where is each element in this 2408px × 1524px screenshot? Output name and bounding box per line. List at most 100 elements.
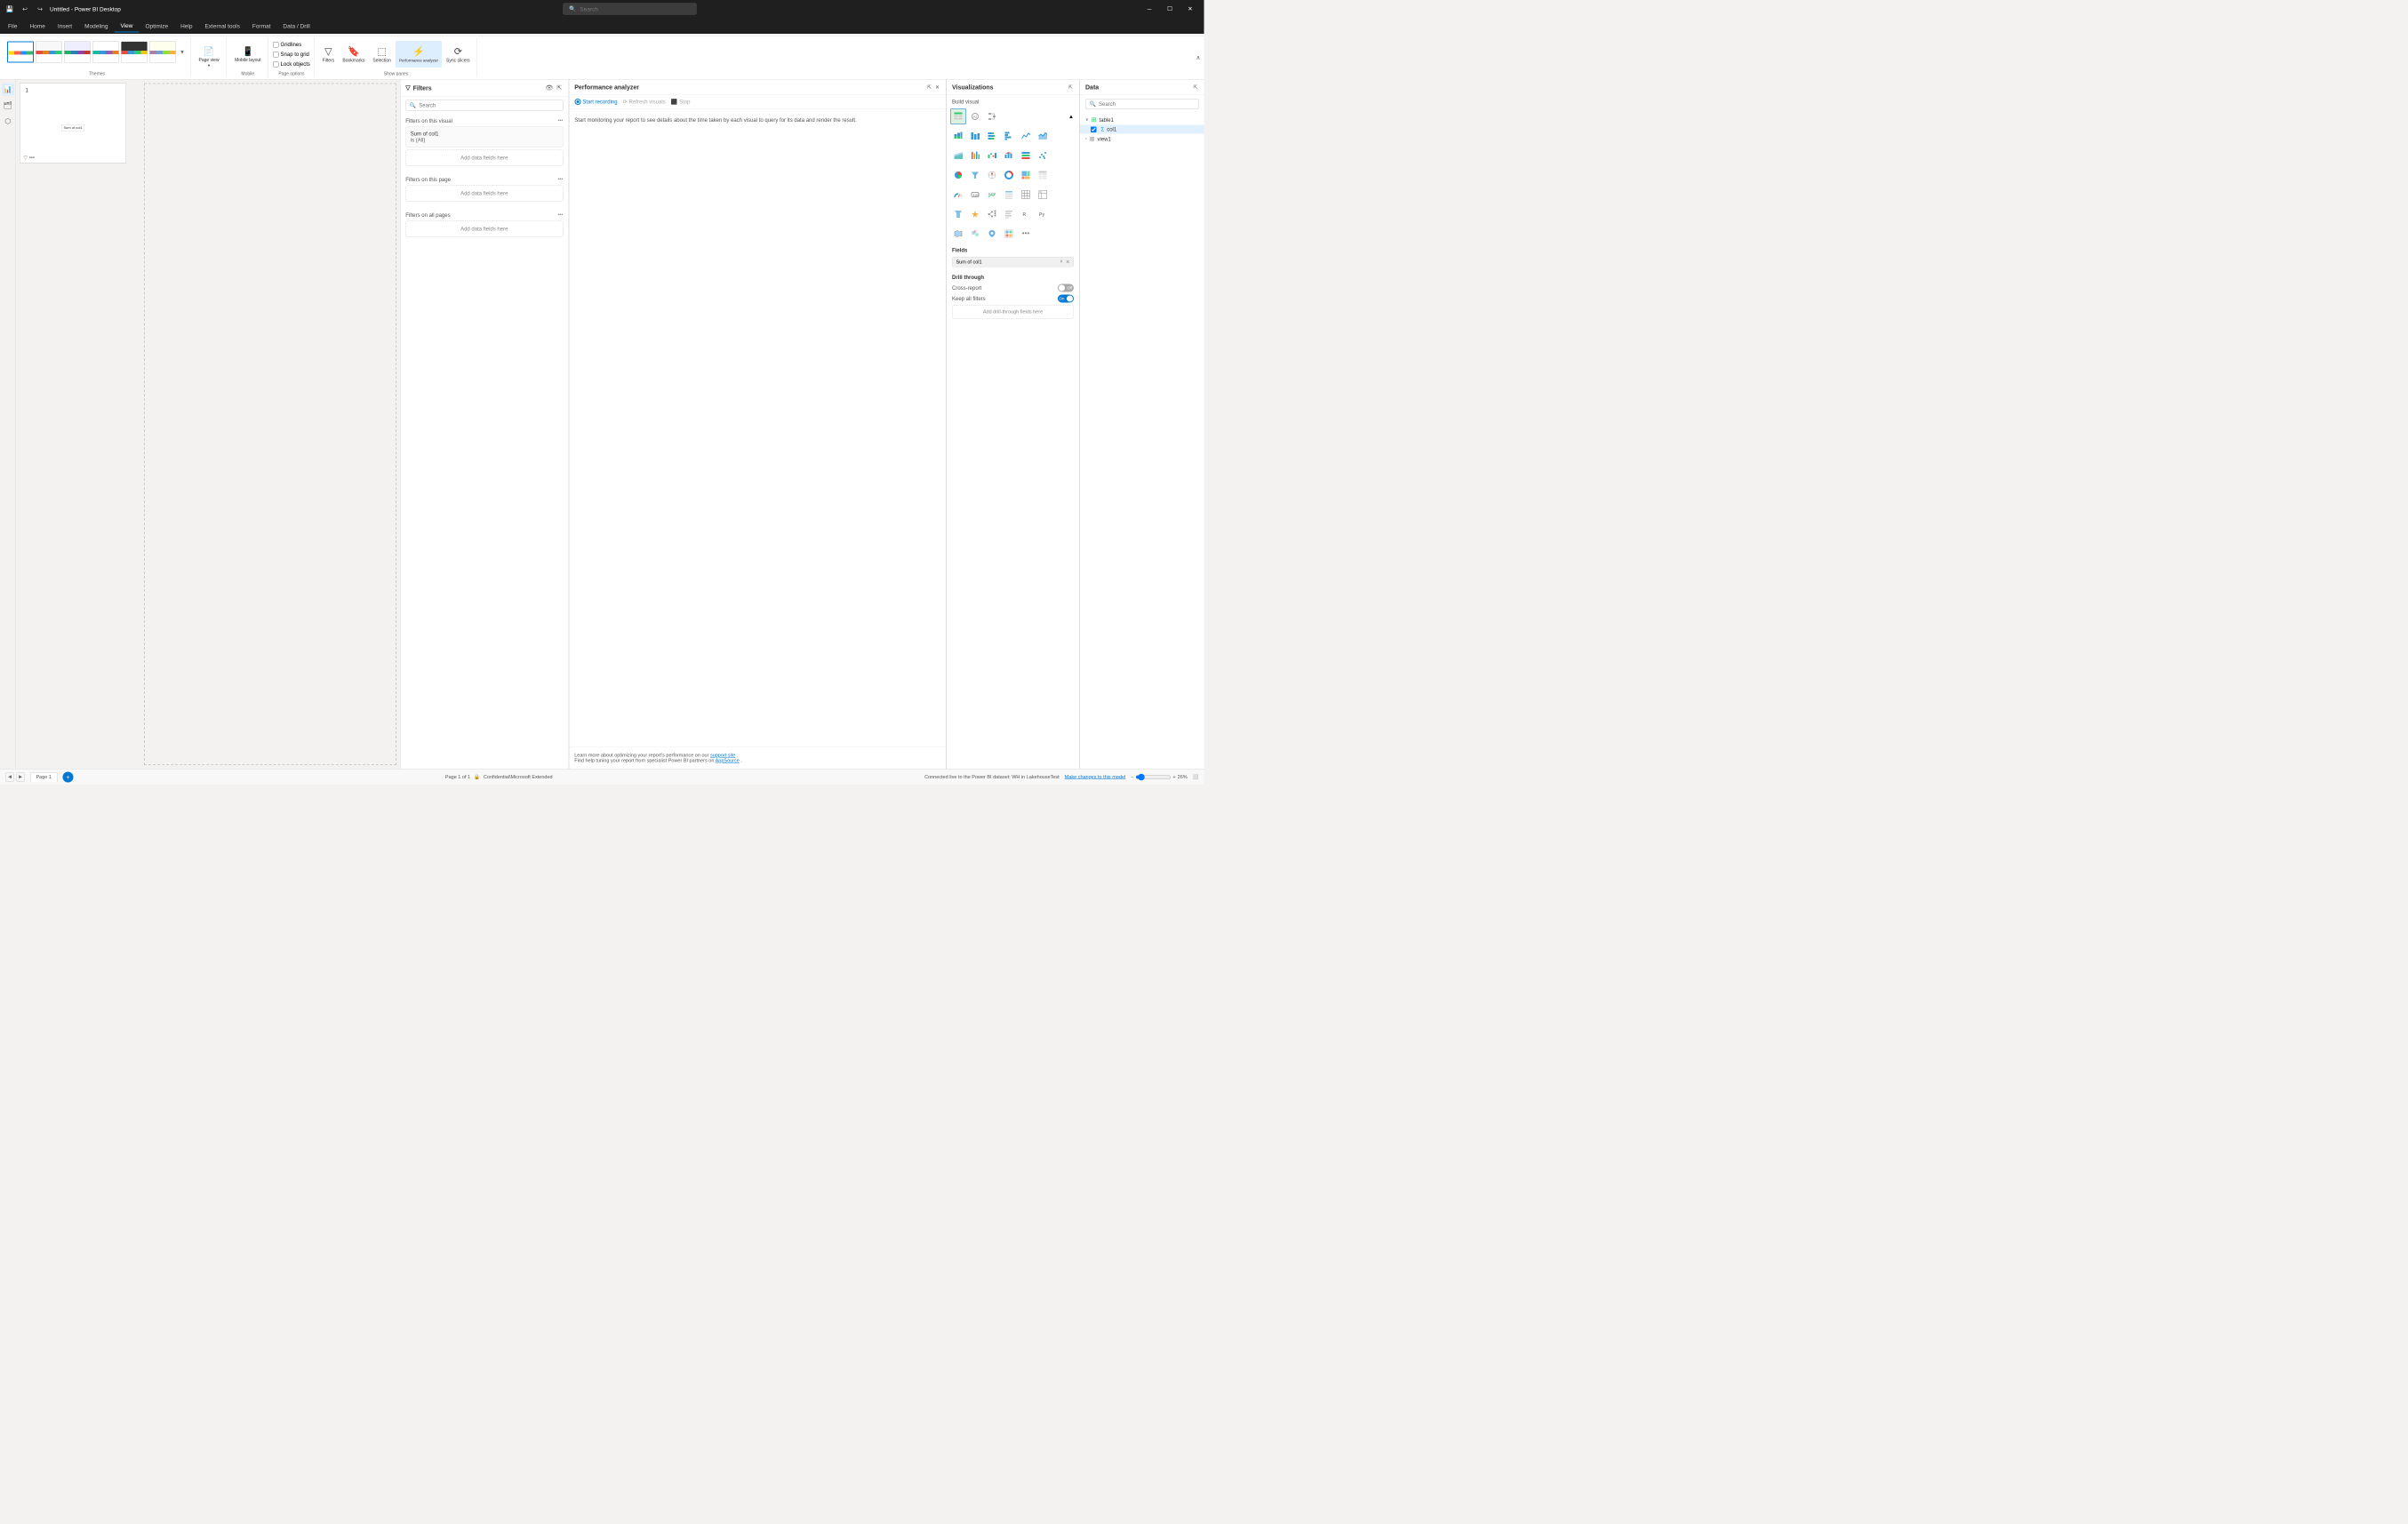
filters-button[interactable]: ▽ Filters: [318, 41, 338, 68]
page-prev-button[interactable]: ◀: [5, 772, 14, 781]
viz-btn-azure-map[interactable]: [984, 226, 1000, 242]
data-view-icon[interactable]: 🗂: [2, 100, 14, 112]
maximize-button[interactable]: ☐: [1160, 0, 1180, 18]
zoom-minus-icon[interactable]: −: [1131, 774, 1133, 779]
add-fields-page-box[interactable]: Add data fields here: [405, 186, 563, 202]
data-search-box[interactable]: 🔍: [1085, 99, 1199, 109]
add-fields-visual-box[interactable]: Add data fields here: [405, 150, 563, 166]
theme-swatch-3[interactable]: [64, 42, 91, 63]
viz-btn-funnel[interactable]: [950, 206, 966, 222]
menu-data-drill[interactable]: Data / Drill: [276, 20, 316, 32]
viz-btn-stacked-area[interactable]: [950, 148, 966, 164]
filters-visual-more-icon[interactable]: •••: [557, 118, 563, 124]
lock-objects-checkbox[interactable]: Lock objects: [273, 60, 310, 68]
redo-icon[interactable]: ↪: [34, 3, 46, 15]
field-chip-remove-icon[interactable]: ✕: [1066, 259, 1070, 266]
save-icon[interactable]: 💾: [4, 3, 16, 15]
mobile-layout-button[interactable]: 📱 Mobile layout: [231, 41, 264, 68]
themes-collapse-button[interactable]: ▼: [178, 39, 187, 66]
viz-collapse-icon[interactable]: ▲: [1067, 108, 1076, 124]
viz-btn-treemap[interactable]: [1018, 167, 1034, 183]
ribbon-collapse-button[interactable]: ∧: [1196, 38, 1200, 78]
close-button[interactable]: ✕: [1180, 0, 1201, 18]
bookmarks-button[interactable]: 🔖 Bookmarks: [339, 41, 368, 68]
menu-view[interactable]: View: [114, 20, 139, 33]
menu-external-tools[interactable]: External tools: [198, 20, 245, 32]
stop-button[interactable]: ⬛ Stop: [671, 99, 691, 105]
data-panel-expand-icon[interactable]: ⇱: [1192, 84, 1198, 92]
gridlines-checkbox[interactable]: Gridlines: [273, 41, 310, 49]
appsource-link[interactable]: AppSource: [716, 758, 740, 763]
viz-btn-gauge[interactable]: [950, 187, 966, 203]
viz-btn-map[interactable]: [984, 167, 1000, 183]
viz-btn-ribbon[interactable]: [967, 148, 983, 164]
filters-all-pages-more-icon[interactable]: •••: [557, 212, 563, 218]
perf-panel-close-icon[interactable]: ✕: [934, 84, 940, 92]
performance-analyzer-button[interactable]: ⚡ Performance analyzer: [396, 41, 442, 68]
viz-panel-expand-icon[interactable]: ⇱: [1068, 84, 1074, 92]
viz-btn-donut[interactable]: [1001, 167, 1017, 183]
col1-checkbox[interactable]: [1091, 126, 1097, 132]
viz-btn-ai-insights[interactable]: [967, 206, 983, 222]
global-search-box[interactable]: 🔍: [564, 4, 697, 15]
viz-btn-card[interactable]: 123: [967, 187, 983, 203]
theme-swatch-1[interactable]: [7, 42, 34, 63]
menu-optimize[interactable]: Optimize: [139, 20, 174, 32]
theme-swatch-5[interactable]: [121, 42, 148, 63]
viz-btn-decomp-tree[interactable]: [984, 206, 1000, 222]
viz-btn-matrix2[interactable]: [1035, 187, 1051, 203]
theme-swatch-2[interactable]: [36, 42, 62, 63]
viz-btn-python[interactable]: Py: [1035, 206, 1051, 222]
selection-button[interactable]: ⬚ Selection: [369, 41, 395, 68]
undo-icon[interactable]: ↩: [19, 3, 31, 15]
menu-home[interactable]: Home: [23, 20, 51, 32]
viz-btn-scatter[interactable]: [1035, 148, 1051, 164]
menu-format[interactable]: Format: [246, 20, 277, 32]
viz-btn-kpi[interactable]: KPI: [984, 187, 1000, 203]
zoom-slider[interactable]: [1135, 773, 1171, 780]
filters-search-box[interactable]: 🔍: [405, 100, 563, 111]
viz-btn-table[interactable]: [950, 108, 966, 124]
viz-btn-pie[interactable]: [950, 167, 966, 183]
page-next-button[interactable]: ▶: [16, 772, 25, 781]
theme-swatch-4[interactable]: [92, 42, 119, 63]
view1-item[interactable]: › ⊞ view1: [1080, 134, 1204, 145]
filters-expand-icon[interactable]: ⇱: [556, 84, 563, 93]
theme-swatch-6[interactable]: [149, 42, 176, 63]
snap-to-grid-checkbox[interactable]: Snap to grid: [273, 51, 310, 59]
viz-btn-area[interactable]: [1035, 128, 1051, 144]
viz-btn-decomp[interactable]: [984, 108, 1000, 124]
viz-btn-100-stacked-bar[interactable]: [1018, 148, 1034, 164]
field-chip-chevron-down-icon[interactable]: ∨: [1060, 259, 1063, 266]
viz-btn-line[interactable]: [1018, 128, 1034, 144]
perf-panel-expand-icon[interactable]: ⇱: [926, 84, 932, 92]
keep-all-filters-toggle[interactable]: On: [1058, 295, 1074, 303]
table1-item[interactable]: ∨ ⊞ table1: [1080, 115, 1204, 125]
make-changes-link[interactable]: Make changes to this model: [1065, 774, 1125, 779]
viz-btn-clustered-bar[interactable]: [967, 128, 983, 144]
cross-report-toggle[interactable]: Off: [1058, 284, 1074, 292]
page-view-button[interactable]: 📄 Page view ▼: [196, 44, 223, 70]
menu-modeling[interactable]: Modeling: [78, 20, 114, 32]
menu-file[interactable]: File: [2, 20, 23, 32]
add-page-button[interactable]: +: [62, 771, 73, 782]
report-canvas[interactable]: [144, 84, 396, 766]
viz-btn-smart-narrative[interactable]: [1001, 206, 1017, 222]
filters-page-more-icon[interactable]: •••: [557, 177, 563, 182]
viz-btn-combo[interactable]: [1001, 148, 1017, 164]
fit-page-icon[interactable]: ⬜: [1193, 774, 1199, 780]
report-view-icon[interactable]: 📊: [2, 84, 14, 96]
add-fields-all-pages-box[interactable]: Add data fields here: [405, 221, 563, 237]
viz-btn-ai-visual[interactable]: AI: [967, 108, 983, 124]
viz-btn-matrix[interactable]: [1035, 167, 1051, 183]
viz-btn-new-visual[interactable]: R: [1018, 206, 1034, 222]
filters-hide-icon[interactable]: 👁: [544, 84, 554, 93]
global-search-input[interactable]: [580, 5, 691, 12]
filters-search-input[interactable]: [419, 102, 559, 108]
viz-btn-filled-map[interactable]: [950, 226, 966, 242]
sync-slicers-button[interactable]: ⟳ Sync slicers: [443, 41, 474, 68]
viz-btn-clustered-bar-horiz[interactable]: [1001, 128, 1017, 144]
filter-card-col1[interactable]: Sum of col1 is (All): [405, 127, 563, 148]
menu-insert[interactable]: Insert: [52, 20, 78, 32]
refresh-visuals-button[interactable]: ⟳ Refresh visuals: [623, 99, 666, 105]
